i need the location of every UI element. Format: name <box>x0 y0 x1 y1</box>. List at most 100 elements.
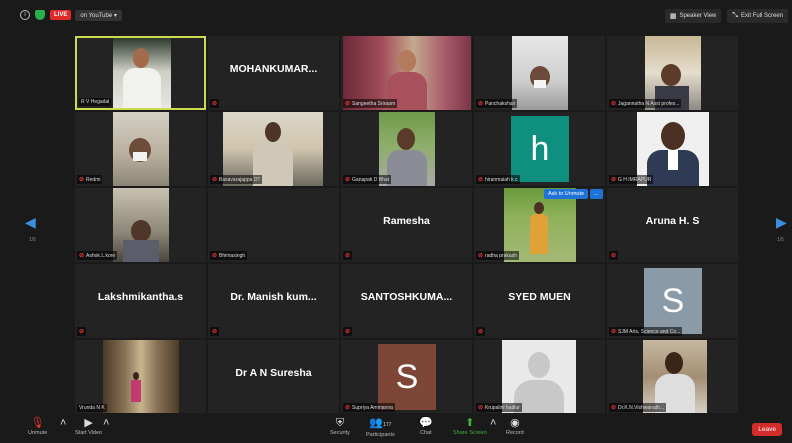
participant-tile[interactable]: Dr A N Suresha <box>208 340 339 414</box>
participant-name: Ganapati D Bhat <box>352 176 389 183</box>
participant-name-tag: ⊘ Redmi <box>77 175 103 184</box>
info-icon[interactable]: i <box>20 10 30 20</box>
participant-name: SJM Arts, Science and Co... <box>618 328 681 335</box>
mic-options-caret[interactable]: ˄ <box>60 416 66 430</box>
participant-name: Vrunda N K <box>79 405 105 411</box>
participant-display-name: Dr. Manish kum... <box>230 291 317 303</box>
caret-up-icon: ˄ <box>490 417 497 429</box>
muted-mic-icon: ⊘ <box>345 253 351 259</box>
participant-tile[interactable]: ⊘ Jagannatha N Asst profes... <box>607 36 738 110</box>
stream-target-dropdown[interactable]: on YouTube ▾ <box>75 9 122 21</box>
participants-icon: 👥177 <box>369 417 392 429</box>
participant-tile[interactable]: ⊘ G H IMRAPUR <box>607 112 738 186</box>
share-screen-button[interactable]: ⬆ Share Screen <box>453 416 487 436</box>
share-screen-label: Share Screen <box>453 430 487 436</box>
participant-tile[interactable]: ⊘ Basavarajappa DT <box>208 112 339 186</box>
participant-tile[interactable]: S ⊘ SJM Arts, Science and Co... <box>607 264 738 338</box>
security-label: Security <box>330 430 350 436</box>
previous-page-arrow-icon[interactable]: ◀ <box>25 214 36 231</box>
participant-tile[interactable]: MOHANKUMAR... ⊘ <box>208 36 339 110</box>
unmute-button[interactable]: 🎙 Unmute <box>28 416 47 436</box>
participant-tile[interactable]: ⊘ Ganapati D Bhat <box>341 112 472 186</box>
muted-mic-icon: ⊘ <box>345 405 351 411</box>
speaker-view-button[interactable]: ▦ Speaker View <box>664 9 722 23</box>
caret-up-icon: ˄ <box>60 417 67 429</box>
participant-name-tag: ⊘ Dr.K.N.Vishwanath... <box>609 403 667 412</box>
participant-name: Ashok.L.kore <box>86 252 116 259</box>
live-badge[interactable]: LIVE <box>50 10 72 20</box>
chat-bubble-icon: 💬 <box>419 417 433 429</box>
ask-to-unmute-popover: Ask to Unmute ... <box>544 189 603 199</box>
participant-display-name: SANTOSHKUMA... <box>360 291 453 303</box>
leave-button[interactable]: Leave <box>752 423 782 436</box>
participant-name: Supriya Ammanna <box>352 404 393 411</box>
caret-up-icon: ˄ <box>103 417 110 429</box>
participant-name-tag: ⊘ hiranmaiah k c <box>476 175 520 184</box>
participant-tile[interactable]: ⊘ Krupalini hadlur <box>474 340 605 414</box>
ask-to-unmute-button[interactable]: Ask to Unmute <box>544 189 589 199</box>
unmute-label: Unmute <box>28 430 48 436</box>
participant-display-name: Aruna H. S <box>645 215 700 227</box>
participant-name-tag: ⊘ Jagannatha N Asst profes... <box>609 99 682 108</box>
participant-tile[interactable]: h ⊘ hiranmaiah k c <box>474 112 605 186</box>
participant-video <box>113 112 169 186</box>
participant-name-tag: ⊘ Supriya Ammanna <box>343 403 395 412</box>
share-options-caret[interactable]: ˄ <box>490 416 496 430</box>
muted-mic-icon: ⊘ <box>345 101 351 107</box>
muted-mic-icon: ⊘ <box>478 253 484 259</box>
participant-name: Krupalini hadlur <box>485 404 520 411</box>
participant-tile[interactable]: ⊘ Ashok.L.kore <box>75 188 206 262</box>
more-options-button[interactable]: ... <box>590 189 603 199</box>
muted-mic-icon: ⊘ <box>611 101 617 107</box>
participant-tile[interactable]: R V Hegadal <box>75 36 206 110</box>
video-options-caret[interactable]: ˄ <box>103 416 109 430</box>
participant-display-name: Dr A N Suresha <box>235 367 312 379</box>
chat-button[interactable]: 💬 Chat <box>419 416 433 436</box>
participant-tile[interactable]: Ramesha ⊘ <box>341 188 472 262</box>
participant-tile[interactable]: ⊘ Panchakshari <box>474 36 605 110</box>
participant-name-tag: ⊘ Basavarajappa DT <box>210 175 263 184</box>
participant-name: Panchakshari <box>485 100 516 107</box>
participant-tile[interactable]: Dr. Manish kum... ⊘ <box>208 264 339 338</box>
participant-tile[interactable]: ⊘ Redmi <box>75 112 206 186</box>
participant-tile[interactable]: ⊘ Sangeetha Sriraam <box>341 36 472 110</box>
participant-name-tag: ⊘ <box>77 327 87 336</box>
participant-name-tag: ⊘ <box>210 99 220 108</box>
participant-tile[interactable]: S ⊘ Supriya Ammanna <box>341 340 472 414</box>
participant-tile[interactable]: ⊘ Bhimasingh <box>208 188 339 262</box>
participant-tile[interactable]: SYED MUEN ⊘ <box>474 264 605 338</box>
next-page-arrow-icon[interactable]: ▶ <box>776 214 787 231</box>
participant-name-tag: ⊘ Krupalini hadlur <box>476 403 522 412</box>
participant-name-tag: ⊘ SJM Arts, Science and Co... <box>609 327 683 336</box>
muted-mic-icon: ⊘ <box>345 177 351 183</box>
muted-mic-icon: ⊘ <box>212 329 218 335</box>
muted-mic-icon: ⊘ <box>345 329 351 335</box>
participant-name-tag: ⊘ Bhimasingh <box>210 251 248 260</box>
participant-name-tag: ⊘ Panchakshari <box>476 99 518 108</box>
participant-tile[interactable]: ⊘ radha prakash <box>474 188 605 262</box>
encryption-shield-icon[interactable] <box>35 10 45 20</box>
participant-tile[interactable]: SANTOSHKUMA... ⊘ <box>341 264 472 338</box>
participant-name: Jagannatha N Asst profes... <box>618 100 680 107</box>
muted-mic-icon: ⊘ <box>212 101 218 107</box>
participant-tile[interactable]: Lakshmikantha.s ⊘ <box>75 264 206 338</box>
participants-button[interactable]: 👥177 Participants <box>366 416 395 438</box>
record-label: Record <box>506 430 524 436</box>
participant-video <box>103 340 179 414</box>
participant-name-tag: ⊘ Ganapati D Bhat <box>343 175 391 184</box>
record-button[interactable]: ◉ Record <box>506 416 524 436</box>
exit-full-screen-button[interactable]: ⤡ Exit Full Screen <box>727 9 788 23</box>
participant-tile[interactable]: ⊘ Dr.K.N.Vishwanath... <box>607 340 738 414</box>
muted-mic-icon: ⊘ <box>611 405 617 411</box>
participant-tile[interactable]: Aruna H. S ⊘ <box>607 188 738 262</box>
start-video-button[interactable]: ▶ Start Video <box>75 416 102 436</box>
muted-mic-icon: ⊘ <box>478 405 484 411</box>
participant-display-name: SYED MUEN <box>508 291 571 303</box>
participant-display-name: Lakshmikantha.s <box>97 291 184 303</box>
meeting-controls-bar: 🎙 Unmute ˄ ▶ Start Video ˄ ⛨ Security 👥1… <box>0 413 792 443</box>
participant-tile[interactable]: Vrunda N K <box>75 340 206 414</box>
muted-mic-icon: ⊘ <box>478 101 484 107</box>
participant-name: hiranmaiah k c <box>485 176 518 183</box>
security-button[interactable]: ⛨ Security <box>330 416 350 436</box>
participant-name-tag: ⊘ G H IMRAPUR <box>609 175 654 184</box>
